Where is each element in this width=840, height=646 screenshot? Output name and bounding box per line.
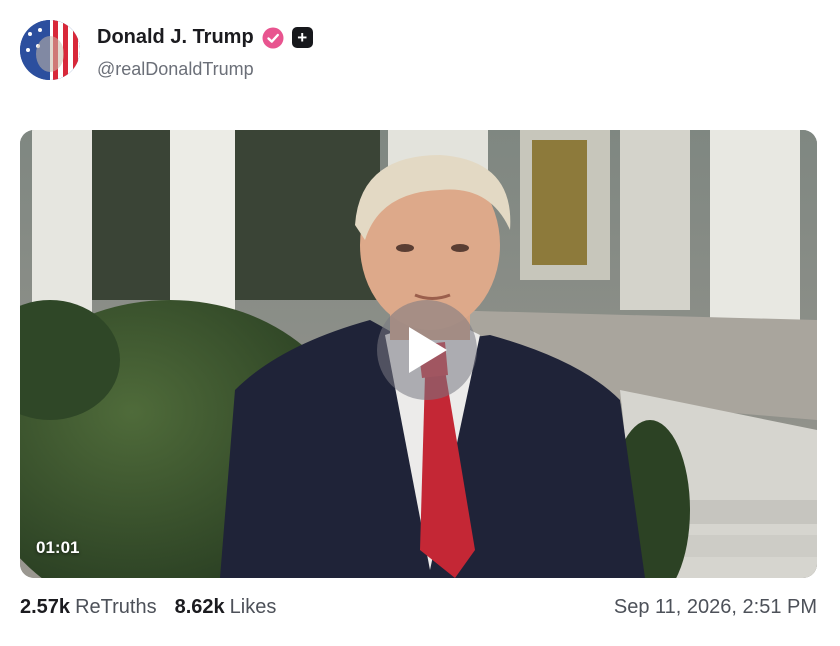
video-player[interactable]: 01:01	[20, 130, 817, 578]
video-duration: 01:01	[36, 538, 80, 557]
retruths-label: ReTruths	[75, 596, 157, 618]
likes-stat[interactable]: 8.62k Likes	[175, 596, 277, 619]
display-name[interactable]: Donald J. Trump	[97, 26, 254, 49]
plus-icon: +	[291, 27, 313, 48]
flag-portrait-avatar	[20, 20, 80, 80]
avatar[interactable]	[20, 20, 80, 80]
retruths-count: 2.57k	[20, 596, 71, 618]
likes-count: 8.62k	[174, 596, 225, 618]
author-handle[interactable]: @realDonaldTrump	[97, 59, 254, 80]
author-name-row: Donald J. Trump +	[97, 26, 313, 49]
play-button[interactable]	[377, 300, 477, 400]
likes-label: Likes	[229, 596, 277, 618]
verified-badge-icon	[262, 27, 284, 49]
retruths-stat[interactable]: 2.57k ReTruths	[20, 596, 157, 619]
play-icon	[409, 327, 447, 373]
post-timestamp[interactable]: Sep 11, 2026, 2:51 PM	[614, 596, 817, 619]
post-stats: 2.57k ReTruths 8.62k Likes	[20, 596, 276, 619]
